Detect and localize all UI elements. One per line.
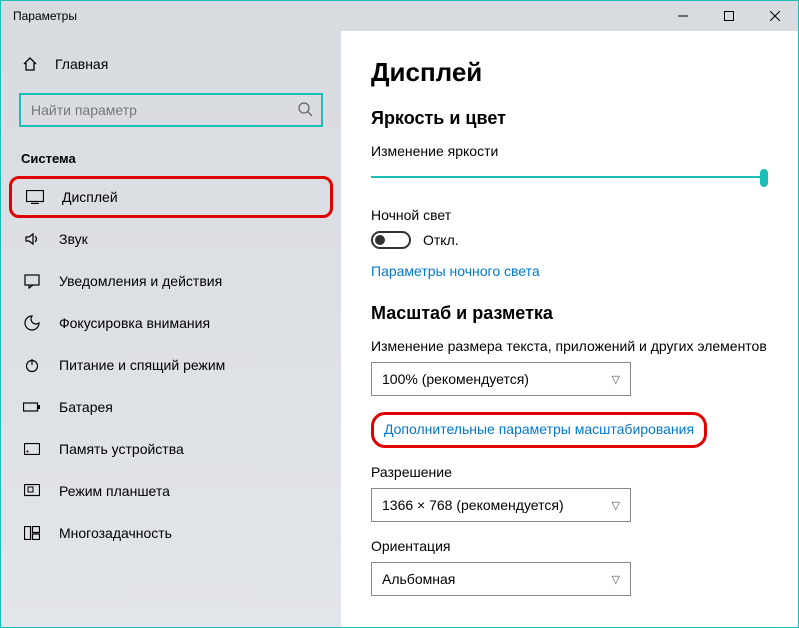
sidebar-item-tablet[interactable]: Режим планшета (1, 470, 341, 512)
sidebar-item-label: Фокусировка внимания (59, 315, 210, 331)
sidebar-item-multitask[interactable]: Многозадачность (1, 512, 341, 554)
battery-icon (23, 398, 41, 416)
sidebar-item-label: Питание и спящий режим (59, 357, 225, 373)
night-light-heading: Ночной свет (371, 207, 768, 223)
sidebar-item-label: Многозадачность (59, 525, 172, 541)
app-title: Параметры (1, 9, 77, 23)
sidebar-item-notifications[interactable]: Уведомления и действия (1, 260, 341, 302)
night-light-toggle[interactable] (371, 231, 411, 249)
sidebar-item-battery[interactable]: Батарея (1, 386, 341, 428)
power-icon (23, 356, 41, 374)
chevron-down-icon: ▽ (612, 373, 620, 386)
scale-label: Изменение размера текста, приложений и д… (371, 338, 768, 354)
sidebar-home-label: Главная (55, 56, 108, 72)
sidebar-item-sound[interactable]: Звук (1, 218, 341, 260)
night-light-settings-link[interactable]: Параметры ночного света (371, 263, 540, 279)
resolution-label: Разрешение (371, 464, 768, 480)
resolution-select-value: 1366 × 768 (рекомендуется) (382, 497, 564, 513)
sidebar-home[interactable]: Главная (1, 49, 341, 79)
search-input[interactable] (19, 93, 323, 127)
scale-select-value: 100% (рекомендуется) (382, 371, 529, 387)
brightness-label: Изменение яркости (371, 143, 768, 159)
focus-icon (23, 314, 41, 332)
display-icon (26, 188, 44, 206)
minimize-button[interactable] (660, 1, 706, 31)
sidebar-item-label: Уведомления и действия (59, 273, 222, 289)
orientation-select-value: Альбомная (382, 571, 455, 587)
sidebar-item-display[interactable]: Дисплей (9, 176, 333, 218)
advanced-scaling-link[interactable]: Дополнительные параметры масштабирования (384, 421, 694, 437)
sidebar-item-label: Дисплей (62, 189, 118, 205)
sidebar-item-power[interactable]: Питание и спящий режим (1, 344, 341, 386)
orientation-select[interactable]: Альбомная ▽ (371, 562, 631, 596)
sound-icon (23, 230, 41, 248)
close-button[interactable] (752, 1, 798, 31)
sidebar-item-storage[interactable]: Память устройства (1, 428, 341, 470)
sidebar-item-label: Звук (59, 231, 88, 247)
titlebar: Параметры (1, 1, 798, 31)
chevron-down-icon: ▽ (612, 499, 620, 512)
content-pane: Дисплей Яркость и цвет Изменение яркости… (341, 31, 798, 627)
orientation-label: Ориентация (371, 538, 768, 554)
notifications-icon (23, 272, 41, 290)
home-icon (21, 55, 39, 73)
maximize-button[interactable] (706, 1, 752, 31)
brightness-slider[interactable] (371, 167, 768, 187)
section-brightness-title: Яркость и цвет (371, 108, 768, 129)
tablet-icon (23, 482, 41, 500)
sidebar-item-label: Режим планшета (59, 483, 170, 499)
night-light-state: Откл. (423, 232, 459, 248)
sidebar-group-title: Система (1, 147, 341, 176)
sidebar-item-label: Батарея (59, 399, 113, 415)
slider-thumb[interactable] (760, 169, 768, 187)
multitask-icon (23, 524, 41, 542)
search-icon (297, 101, 313, 117)
section-scale-title: Масштаб и разметка (371, 303, 768, 324)
sidebar: Главная Система Дисплей Звук (1, 31, 341, 627)
sidebar-item-label: Память устройства (59, 441, 184, 457)
page-title: Дисплей (371, 57, 768, 88)
storage-icon (23, 440, 41, 458)
chevron-down-icon: ▽ (612, 573, 620, 586)
sidebar-item-focus[interactable]: Фокусировка внимания (1, 302, 341, 344)
scale-select[interactable]: 100% (рекомендуется) ▽ (371, 362, 631, 396)
resolution-select[interactable]: 1366 × 768 (рекомендуется) ▽ (371, 488, 631, 522)
